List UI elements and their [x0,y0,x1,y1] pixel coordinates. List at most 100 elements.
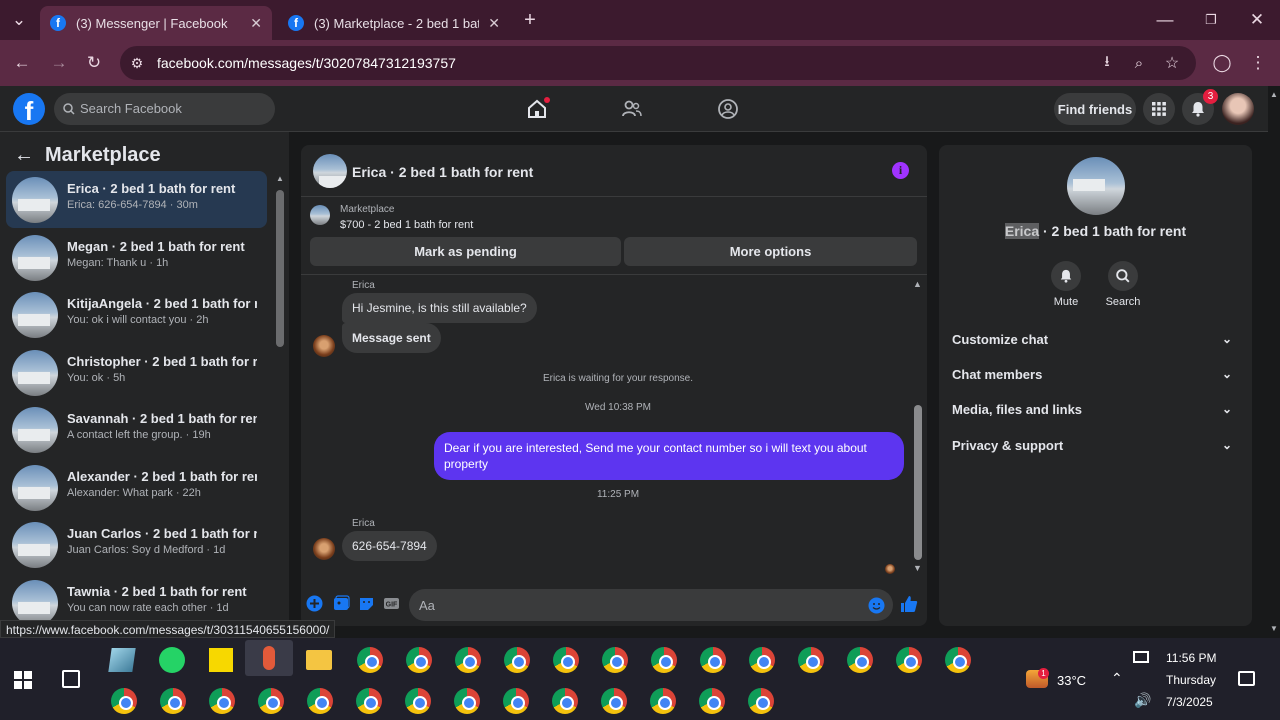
back-icon[interactable]: ← [11,52,33,74]
chrome-icon[interactable] [454,688,480,714]
chrome-icon[interactable] [602,647,628,673]
reload-icon[interactable]: ↻ [83,52,105,74]
conversation-item[interactable]: Savannah · 2 bed 1 bath for rent A conta… [6,401,267,458]
chrome-icon[interactable] [357,647,383,673]
privacy-support-section[interactable]: Privacy & support ⌄ [952,438,1242,462]
back-arrow-icon[interactable]: ← [14,144,34,167]
sidebar-scrollbar[interactable] [276,190,284,347]
search-button[interactable]: Search [1093,261,1153,308]
page-scroll-down-icon[interactable]: ▼ [1270,624,1278,633]
window-close-icon[interactable]: ✕ [1246,9,1268,31]
site-info-icon[interactable]: ⚙ [126,52,148,74]
close-icon[interactable]: ✕ [250,15,262,32]
chat-members-section[interactable]: Chat members ⌄ [952,367,1242,391]
chrome-icon[interactable] [160,688,186,714]
chrome-icon[interactable] [699,688,725,714]
notification-center-icon[interactable] [1238,671,1255,686]
account-avatar[interactable] [1222,93,1254,125]
chrome-icon[interactable] [601,688,627,714]
menu-icon[interactable]: ⋮ [1247,52,1269,74]
file-app-icon[interactable] [108,648,136,672]
chrome-icon[interactable] [405,688,431,714]
plus-circle-icon[interactable] [306,595,323,612]
conversation-item[interactable]: Erica · 2 bed 1 bath for rent Erica: 626… [6,171,267,228]
tab-search-chevron-icon[interactable]: ⌄ [8,9,30,31]
chat-scroll-up-icon[interactable]: ▲ [913,279,922,289]
chat-title[interactable]: Erica · 2 bed 1 bath for rent [352,164,533,180]
more-options-button[interactable]: More options [624,237,917,266]
chat-scrollbar[interactable] [914,405,922,560]
customize-chat-section[interactable]: Customize chat ⌄ [952,332,1242,356]
chrome-icon[interactable] [455,647,481,673]
sender-avatar[interactable] [313,335,335,357]
zoom-icon[interactable]: ⌕ [1128,52,1150,74]
mute-button[interactable]: Mute [1036,261,1096,308]
chrome-icon[interactable] [798,647,824,673]
message-input[interactable]: Aa [409,589,893,621]
clock-date[interactable]: 7/3/2025 [1166,695,1213,709]
address-bar[interactable]: ⚙ facebook.com/messages/t/30207847312193… [120,46,1196,80]
chrome-icon[interactable] [504,647,530,673]
sidebar-scroll-up-icon[interactable]: ▲ [276,174,284,183]
chrome-icon[interactable] [896,647,922,673]
sticker-icon[interactable] [358,595,375,612]
chrome-icon[interactable] [356,688,382,714]
outgoing-message[interactable]: Dear if you are interested, Send me your… [434,432,904,480]
chrome-icon[interactable] [650,688,676,714]
bookmark-star-icon[interactable]: ☆ [1161,52,1183,74]
groups-icon[interactable] [717,98,739,120]
tab-messenger[interactable]: f (3) Messenger | Facebook ✕ [40,6,272,40]
chrome-icon[interactable] [748,688,774,714]
windows-start-icon[interactable] [14,671,32,689]
incoming-message[interactable]: Message sent [342,323,441,353]
incoming-message[interactable]: Hi Jesmine, is this still available? [342,293,537,323]
media-files-links-section[interactable]: Media, files and links ⌄ [952,402,1242,426]
incoming-message[interactable]: 626-654-7894 [342,531,437,561]
listing-title[interactable]: $700 - 2 bed 1 bath for rent [340,219,473,231]
gif-icon[interactable]: GIF [383,595,400,612]
chrome-icon[interactable] [111,688,137,714]
tab-marketplace[interactable]: f (3) Marketplace - 2 bed 1 bath f ✕ [278,6,510,40]
chat-scroll-down-icon[interactable]: ▼ [913,563,922,573]
facebook-logo-icon[interactable]: f [13,93,45,125]
menu-grid-button[interactable] [1143,93,1175,125]
clock-time[interactable]: 11:56 PM [1166,651,1216,665]
sender-avatar[interactable] [313,538,335,560]
thumbs-up-icon[interactable] [900,595,918,613]
pinned-app-icon[interactable] [245,640,293,676]
forward-icon[interactable]: → [48,52,70,74]
facebook-search-input[interactable]: Search Facebook [54,93,275,125]
conversation-item[interactable]: KitijaAngela · 2 bed 1 bath for r... You… [6,286,267,343]
task-view-icon[interactable] [62,670,80,688]
close-icon[interactable]: ✕ [488,15,500,32]
sticky-notes-icon[interactable] [209,648,233,672]
minimize-icon[interactable]: — [1154,9,1176,31]
conversation-item[interactable]: Juan Carlos · 2 bed 1 bath for rent Juan… [6,516,267,573]
chrome-icon[interactable] [651,647,677,673]
chrome-icon[interactable] [700,647,726,673]
restore-icon[interactable]: ❐ [1200,9,1222,31]
tray-display-icon[interactable] [1133,651,1149,663]
page-scrollbar[interactable]: ▲ ▼ [1268,86,1280,638]
chrome-icon[interactable] [406,647,432,673]
conversation-item[interactable]: Megan · 2 bed 1 bath for rent Megan: Tha… [6,229,267,286]
chrome-icon[interactable] [749,647,775,673]
emoji-icon[interactable] [868,597,885,614]
speaker-icon[interactable]: 🔊 [1134,692,1151,709]
profile-icon[interactable]: ◯ [1211,52,1233,74]
chrome-icon[interactable] [945,647,971,673]
install-app-icon[interactable]: ⭳ [1096,52,1118,74]
whatsapp-icon[interactable] [159,647,185,673]
mark-as-pending-button[interactable]: Mark as pending [310,237,621,266]
temperature[interactable]: 33°C [1057,673,1086,688]
chrome-icon[interactable] [209,688,235,714]
page-scroll-up-icon[interactable]: ▲ [1270,90,1278,99]
info-icon[interactable]: i [892,162,909,179]
chrome-icon[interactable] [552,688,578,714]
chrome-icon[interactable] [258,688,284,714]
conversation-item[interactable]: Alexander · 2 bed 1 bath for rent Alexan… [6,459,267,516]
file-explorer-icon[interactable] [306,650,332,670]
chrome-icon[interactable] [553,647,579,673]
chat-listing-avatar[interactable] [313,154,347,188]
show-hidden-icons-icon[interactable]: ⌃ [1111,670,1123,687]
